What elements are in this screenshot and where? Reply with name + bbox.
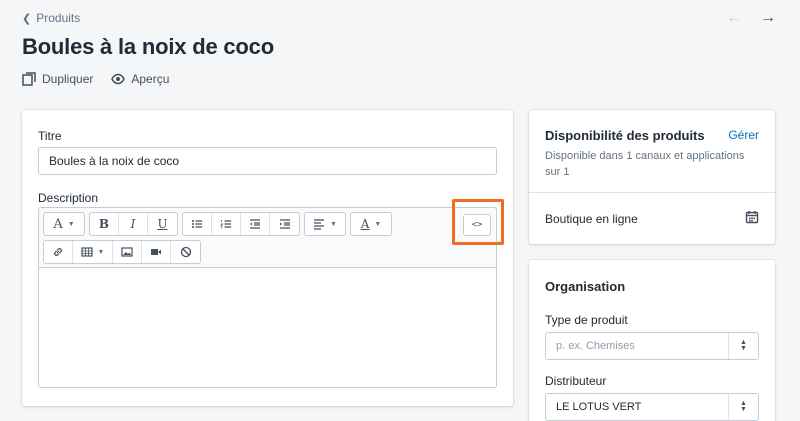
font-button-label: A [53, 216, 63, 232]
product-availability-card: Disponibilité des produits Gérer Disponi… [529, 110, 775, 244]
table-icon [80, 247, 93, 257]
underline-button[interactable]: U [148, 213, 177, 235]
title-label: Titre [38, 129, 62, 143]
image-icon [121, 247, 133, 257]
outdent-icon [250, 219, 260, 229]
organization-title: Organisation [545, 279, 626, 294]
description-label: Description [38, 191, 99, 205]
arrow-right-icon[interactable]: → [760, 9, 776, 27]
description-text-area[interactable] [39, 269, 496, 387]
underline-label: U [157, 217, 168, 231]
vendor-value: LE LOTUS VERT [556, 401, 642, 413]
clear-format-button[interactable] [171, 241, 200, 263]
duplicate-label: Dupliquer [42, 72, 94, 86]
font-button[interactable]: A ▼ [44, 213, 84, 235]
toolbar-row-1: A ▼ B I U ▼ A ▼ [43, 212, 392, 236]
duplicate-button[interactable]: Dupliquer [22, 72, 93, 86]
link-button[interactable] [44, 241, 73, 263]
link-icon [54, 248, 62, 256]
duplicate-icon [22, 72, 36, 86]
bold-button[interactable]: B [90, 213, 119, 235]
color-group: A ▼ [350, 212, 392, 236]
bold-label: B [98, 217, 110, 231]
italic-button[interactable]: I [119, 213, 148, 235]
video-icon [151, 249, 161, 255]
video-button[interactable] [142, 241, 171, 263]
caret-down-icon: ▼ [330, 220, 337, 228]
bullet-list-icon [192, 220, 202, 228]
align-left-icon [314, 219, 325, 230]
caret-down-icon: ▼ [374, 220, 382, 228]
block-icon [180, 246, 191, 258]
product-type-select[interactable]: p. ex. Chemises ▲ ▼ [545, 332, 759, 360]
format-group: B I U [89, 212, 178, 236]
description-editor: A ▼ B I U ▼ A ▼ ▼ <> [38, 207, 497, 388]
arrow-left-icon[interactable]: ← [726, 9, 742, 27]
vendor-label: Distributeur [545, 374, 607, 388]
code-button-highlight [452, 199, 504, 245]
list-group [182, 212, 300, 236]
calendar-icon[interactable] [745, 210, 759, 224]
manage-link[interactable]: Gérer [728, 128, 759, 142]
font-group: A ▼ [43, 212, 85, 236]
caret-down-icon: ▼ [97, 248, 105, 256]
insert-group: ▼ [43, 240, 201, 264]
page-actions: Dupliquer Aperçu [22, 72, 169, 86]
eye-icon [111, 73, 126, 85]
organization-card: Organisation Type de produit p. ex. Chem… [529, 260, 775, 421]
text-color-label: A [360, 217, 370, 231]
table-button[interactable]: ▼ [73, 241, 113, 263]
availability-description: Disponible dans 1 canaux et applications… [545, 150, 745, 178]
online-store-channel: Boutique en ligne [545, 212, 638, 226]
breadcrumb[interactable]: ❮ Produits [22, 11, 80, 25]
product-type-placeholder: p. ex. Chemises [556, 340, 635, 352]
chevron-left-icon: ❮ [22, 12, 32, 25]
select-arrows-icon: ▲ ▼ [728, 394, 758, 420]
preview-label: Aperçu [131, 72, 170, 86]
align-button[interactable]: ▼ [305, 213, 345, 235]
page-title: Boules à la noix de coco [22, 34, 274, 59]
text-color-button[interactable]: A ▼ [351, 213, 391, 235]
bullet-list-button[interactable] [183, 213, 212, 235]
product-type-label: Type de produit [545, 313, 628, 327]
outdent-button[interactable] [241, 213, 270, 235]
numbered-list-button[interactable] [212, 213, 241, 235]
select-arrows-icon: ▲ ▼ [728, 333, 758, 359]
product-details-card: Titre Boules à la noix de coco Descripti… [22, 110, 513, 406]
numbered-list-icon [220, 220, 231, 229]
italic-label: I [130, 217, 136, 231]
image-button[interactable] [113, 241, 142, 263]
breadcrumb-label[interactable]: Produits [36, 11, 80, 25]
indent-button[interactable] [270, 213, 299, 235]
divider [529, 192, 775, 193]
editor-toolbar: A ▼ B I U ▼ A ▼ ▼ <> [39, 208, 496, 268]
indent-icon [279, 219, 290, 229]
preview-button[interactable]: Aperçu [111, 72, 169, 86]
toolbar-row-2: ▼ [43, 240, 201, 264]
align-group: ▼ [304, 212, 346, 236]
product-navigation: ← → [726, 9, 776, 27]
vendor-select[interactable]: LE LOTUS VERT ▲ ▼ [545, 393, 759, 421]
caret-down-icon: ▼ [67, 220, 75, 228]
title-input[interactable]: Boules à la noix de coco [38, 147, 497, 175]
availability-title: Disponibilité des produits [545, 128, 705, 143]
